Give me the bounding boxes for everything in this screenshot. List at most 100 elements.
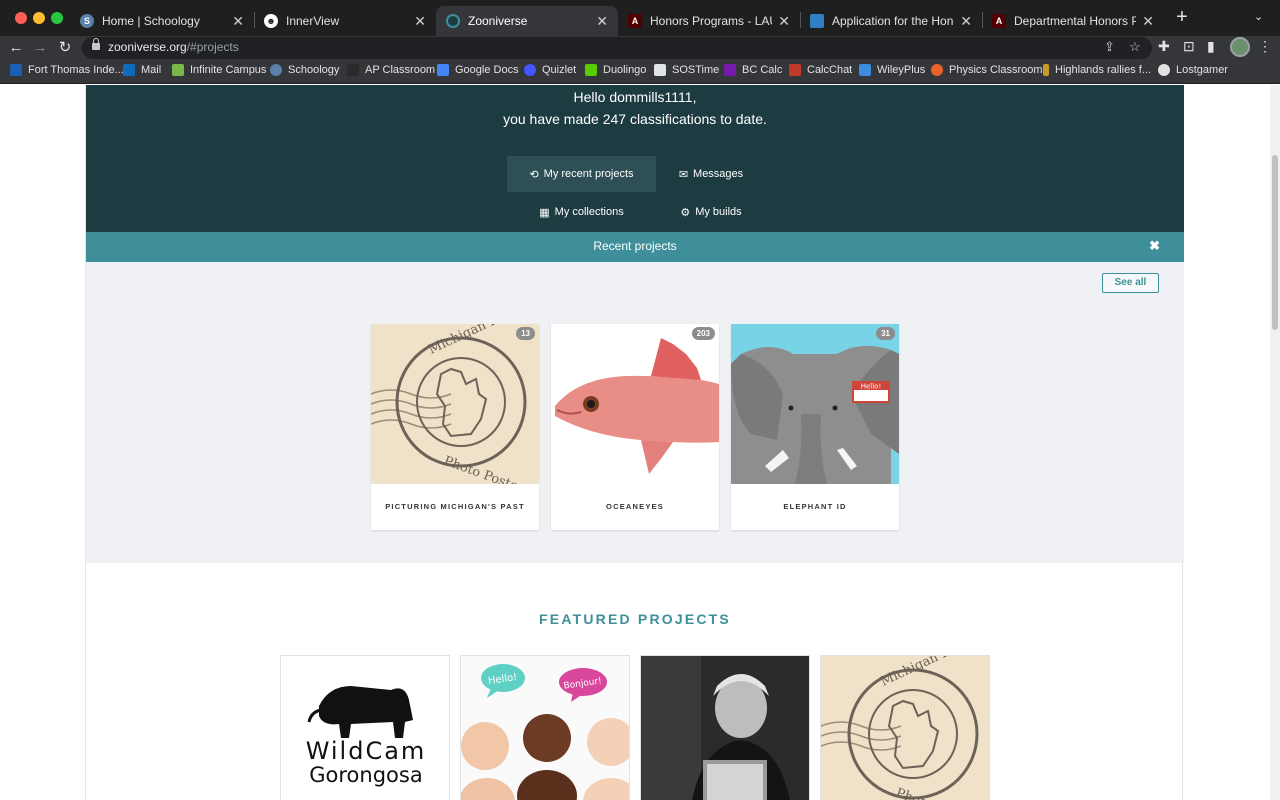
my-recent-projects-button[interactable]: ⟲ My recent projects [507,156,656,192]
tab-schoology[interactable]: S Home | Schoology ✕ [70,6,254,36]
tab-honors-launch[interactable]: A Honors Programs - LAUNCH ✕ [618,6,800,36]
bookmark-infinite-campus[interactable]: Infinite Campus [172,64,266,76]
cast-icon[interactable]: ⊡ [1183,38,1195,55]
back-button[interactable]: ← [6,38,26,58]
cog-icon: ⚙ [680,206,691,219]
bookmark-wileyplus[interactable]: WileyPlus [859,64,925,76]
envelope-icon: ✉ [678,168,689,181]
featured-card-babies[interactable]: Hello! Bonjour! [460,655,630,800]
quizlet-icon [524,64,536,76]
side-panel-icon[interactable]: ▮ [1207,38,1215,55]
close-icon[interactable]: ✕ [232,13,244,30]
see-all-button[interactable]: See all [1102,273,1159,293]
menu-icon[interactable]: ⋮ [1258,38,1272,55]
highlands-icon [1043,64,1049,76]
tab-title: Honors Programs - LAUNCH [650,14,772,28]
scrollbar-thumb[interactable] [1272,155,1278,330]
tab-honors-application[interactable]: Application for the Honors Prog ✕ [800,6,982,36]
bookmark-bc-calc[interactable]: BC Calc [724,64,782,76]
bookmark-highlands[interactable]: Highlands rallies f... [1043,64,1151,76]
project-card-elephant-id[interactable]: Hello! 31 ELEPHANT ID [731,324,899,530]
bookmark-quizlet[interactable]: Quizlet [524,64,576,76]
project-card-oceaneyes[interactable]: 203 OCEANEYES [551,324,719,530]
featured-card-michigan[interactable]: Michigan Real Photo Postcards [820,655,990,800]
bookmark-mail[interactable]: Mail [123,64,161,76]
close-window-button[interactable] [15,12,27,24]
featured-card-historical-photo[interactable] [640,655,810,800]
share-icon[interactable]: ⇪ [1104,39,1115,55]
wildcam-line1: WildCam [306,737,427,765]
bookmark-calcchat[interactable]: CalcChat [789,64,852,76]
tab-innerview[interactable]: ☻ InnerView ✕ [254,6,436,36]
doc-icon [810,14,824,28]
calcchat-icon [789,64,801,76]
tab-zooniverse[interactable]: Zooniverse ✕ [436,6,618,36]
close-icon[interactable]: ✕ [778,13,790,30]
historical-portrait-image [641,656,809,800]
tamu-icon: A [992,14,1006,28]
featured-projects-title: FEATURED PROJECTS [539,611,731,627]
wildcam-logo: WildCam Gorongosa [281,656,449,800]
zooniverse-icon [446,14,460,28]
schoology-icon: S [80,14,94,28]
page-viewport: Hello dommills1111, you have made 247 cl… [0,85,1270,800]
reload-button[interactable]: ↻ [55,38,75,58]
chevron-down-icon[interactable]: ⌄ [1254,10,1263,23]
tab-departmental-honors[interactable]: A Departmental Honors Program ✕ [982,6,1164,36]
close-icon[interactable]: ✖ [1149,238,1160,254]
bookmark-google-docs[interactable]: Google Docs [437,64,519,76]
wiley-icon [859,64,871,76]
classification-count-badge: 203 [691,327,715,340]
my-builds-button[interactable]: ⚙ My builds [661,194,761,230]
bookmark-fort-thomas[interactable]: Fort Thomas Inde... [10,64,124,76]
wildcam-line2: Gorongosa [309,763,422,787]
bookmark-sostime[interactable]: SOSTime [654,64,719,76]
my-collections-button[interactable]: ▦ My collections [507,194,656,230]
classification-count-badge: 13 [516,327,535,340]
extensions-icon[interactable]: ✚ [1158,38,1170,55]
messages-button[interactable]: ✉ Messages [661,156,761,192]
bookmark-physics-classroom[interactable]: Physics Classroom [931,64,1043,76]
project-card-michigan[interactable]: Michigan Real Photo Postcards 13 PICTURI… [371,324,539,530]
ap-icon [347,64,359,76]
browser-tab-strip: S Home | Schoology ✕ ☻ InnerView ✕ Zooni… [0,0,1280,36]
profile-avatar[interactable] [1230,37,1250,57]
close-icon[interactable]: ✕ [596,13,608,30]
bookmark-duolingo[interactable]: Duolingo [585,64,646,76]
featured-card-wildcam[interactable]: WildCam Gorongosa [280,655,450,800]
tab-title: Zooniverse [468,14,528,28]
forward-button[interactable]: → [30,38,50,58]
project-name: OCEANEYES [606,502,664,511]
page-scrollbar[interactable] [1270,85,1280,800]
name-tag-text: Hello! [861,383,882,391]
onenote-icon [724,64,736,76]
star-icon[interactable]: ☆ [1129,39,1141,55]
tab-title: Application for the Honors Prog [832,14,954,28]
zooniverse-page: Hello dommills1111, you have made 247 cl… [85,85,1184,800]
hero-panel: Hello dommills1111, you have made 247 cl… [86,85,1184,232]
close-icon[interactable]: ✕ [1142,13,1154,30]
browser-toolbar: ← → ↻ zooniverse.org/#projects ⇪ ☆ ✚ ⊡ ▮… [0,36,1280,60]
bookmark-schoology[interactable]: Schoology [270,64,339,76]
classification-count: you have made 247 classifications to dat… [503,111,767,127]
sostime-icon [654,64,666,76]
minimize-window-button[interactable] [33,12,45,24]
close-icon[interactable]: ✕ [414,13,426,30]
innerview-icon: ☻ [264,14,278,28]
grid-icon: ▦ [539,206,550,219]
url-text: zooniverse.org/#projects [108,40,239,54]
tab-title: Home | Schoology [102,14,200,28]
bookmark-ap-classroom[interactable]: AP Classroom [347,64,435,76]
new-tab-button[interactable]: + [1172,7,1192,28]
project-name: PICTURING MICHIGAN'S PAST [385,502,525,511]
tamu-icon: A [628,14,642,28]
mail-icon [123,64,135,76]
bookmarks-bar: Fort Thomas Inde... Mail Infinite Campus… [0,60,1280,84]
bookmark-lostgamer[interactable]: Lostgamer [1158,64,1228,76]
elephant-image: Hello! 31 [731,324,899,484]
maximize-window-button[interactable] [51,12,63,24]
babies-image: Hello! Bonjour! [461,656,629,800]
address-bar[interactable]: zooniverse.org/#projects ⇪ ☆ [82,37,1152,59]
docs-icon [437,64,449,76]
close-icon[interactable]: ✕ [960,13,972,30]
